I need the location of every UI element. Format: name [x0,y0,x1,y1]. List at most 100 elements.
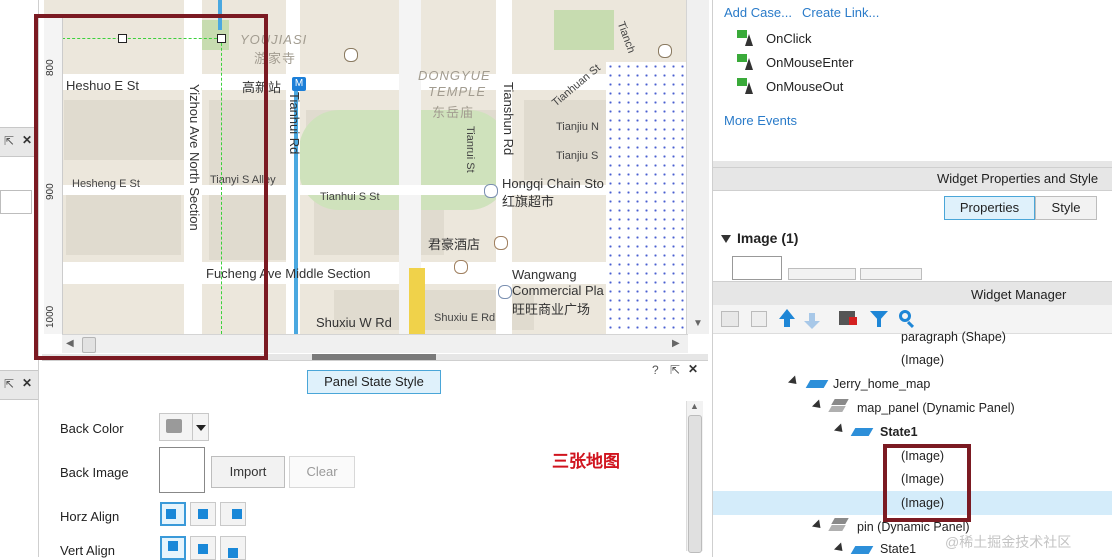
tree-item-state1[interactable]: State1 [880,542,916,556]
camera-icon [658,44,672,58]
map-label: Tianch [614,20,638,55]
metro-icon: M [292,77,306,91]
widget-props-header: Widget Properties and Style [713,167,1112,191]
canvas-grid [606,62,686,334]
scroll-right-icon[interactable]: ▶ [672,338,680,349]
map-label: Tianhui Rd [287,92,302,155]
back-color-label: Back Color [60,421,124,436]
align-left-button[interactable] [160,502,186,526]
move-up-icon[interactable] [779,309,795,319]
map-label: Tianjiu N [556,121,599,133]
map-label: Tianshun Rd [501,82,516,156]
expand-icon[interactable] [721,235,731,243]
map-label: Tianhui S St [320,191,380,203]
vertical-scrollbar[interactable]: ▼ [686,0,709,334]
close-icon[interactable]: ✕ [22,133,32,147]
temple-icon [344,48,358,62]
tree-item[interactable]: paragraph (Shape) [901,330,1006,344]
map-label: Hongqi Chain Sto [502,176,604,191]
event-icon [737,30,755,46]
collapse-icon[interactable] [811,399,825,412]
clear-button[interactable] [860,268,922,280]
event-icon [737,78,755,94]
panel-state-style-panel: Panel State Style ? ⇱ ✕ Back Color Back … [42,360,708,560]
page-icon [805,380,829,388]
pin-icon[interactable]: ⇱ [4,134,14,148]
image-heading: Image (1) [737,230,799,246]
state-icon [850,428,874,436]
paint-bucket-icon [166,419,182,433]
panel-scrollbar[interactable]: ▲ [686,401,703,553]
close-icon[interactable]: ✕ [688,362,698,376]
import-button[interactable]: Import [211,456,285,488]
move-down-icon[interactable] [804,321,820,329]
align-top-button[interactable] [160,536,186,560]
map-label: Commercial Pla [512,283,604,298]
clear-button[interactable]: Clear [289,456,355,488]
scroll-up-icon[interactable]: ▲ [690,401,699,411]
image-thumbnail[interactable] [732,256,782,280]
hotel-icon [494,236,508,250]
event-onclick[interactable]: OnClick [766,31,812,46]
dock-header-2: ⇱ ✕ [0,370,38,400]
map-label: Wangwang [512,267,577,282]
event-onmouseenter[interactable]: OnMouseEnter [766,55,853,70]
align-middle-button[interactable] [190,536,216,560]
horz-align-label: Horz Align [60,509,120,524]
tab-properties[interactable]: Properties [944,196,1035,220]
state-icon [850,546,874,554]
map-label: Shuxiu E Rd [434,312,496,324]
align-right-button[interactable] [220,502,246,526]
scroll-down-icon[interactable]: ▼ [693,318,703,329]
right-pane: Add Case... Create Link... OnClick OnMou… [712,0,1112,557]
copy-icon[interactable] [751,311,767,327]
help-icon[interactable]: ? [652,363,659,377]
map-label: 东岳庙 [432,105,475,120]
align-center-button[interactable] [190,502,216,526]
widget-props-title: Widget Properties and Style [937,171,1099,186]
collapse-icon[interactable] [833,423,847,436]
back-image-preview[interactable] [159,447,205,493]
tree-item-jerry-home-map[interactable]: Jerry_home_map [833,377,930,391]
map-label: Tianrui St [464,126,476,173]
dynamic-panel-icon [828,399,849,413]
add-case-link[interactable]: Add Case... [724,5,792,20]
more-events-link[interactable]: More Events [724,113,797,128]
map-label: 红旗超市 [502,194,555,209]
tab-style[interactable]: Style [1035,196,1097,220]
map-label: 君豪酒店 [428,237,481,252]
close-icon[interactable]: ✕ [22,376,32,390]
highlight-box [34,14,268,360]
collapse-icon[interactable] [833,542,847,555]
map-label: TEMPLE [428,84,487,99]
dynamic-panel-icon [828,518,849,532]
dock-input[interactable] [0,190,32,214]
collapse-icon[interactable] [787,375,801,388]
widget-manager-title: Widget Manager [971,287,1067,302]
highlight-box [883,444,971,522]
chevron-down-icon[interactable] [192,414,209,440]
back-color-picker[interactable] [159,413,209,441]
tree-item[interactable]: (Image) [901,353,944,367]
import-button[interactable] [788,268,856,280]
hotel-icon [454,260,468,274]
event-onmouseout[interactable]: OnMouseOut [766,79,843,94]
shopping-icon [484,184,498,198]
tree-item-state1[interactable]: State1 [880,425,918,439]
create-link-link[interactable]: Create Link... [802,5,879,20]
widget-manager-header: Widget Manager [713,281,1112,307]
dock-header-1: ⇱ ✕ [0,127,38,157]
pin-icon[interactable]: ⇱ [4,377,14,391]
event-icon [737,54,755,70]
map-label: Shuxiu W Rd [316,315,392,330]
collapse-icon[interactable] [811,519,825,532]
tree-item-map-panel[interactable]: map_panel (Dynamic Panel) [857,401,1015,415]
watermark: @稀土掘金技术社区 [945,534,1072,550]
pin-icon[interactable]: ⇱ [670,363,680,377]
align-bottom-button[interactable] [220,536,246,560]
map-label: Tianjiu S [556,150,599,162]
tab-panel-state-style[interactable]: Panel State Style [307,370,441,394]
shopping-icon [498,285,512,299]
add-folder-icon[interactable] [721,311,739,327]
scroll-thumb[interactable] [688,415,702,553]
